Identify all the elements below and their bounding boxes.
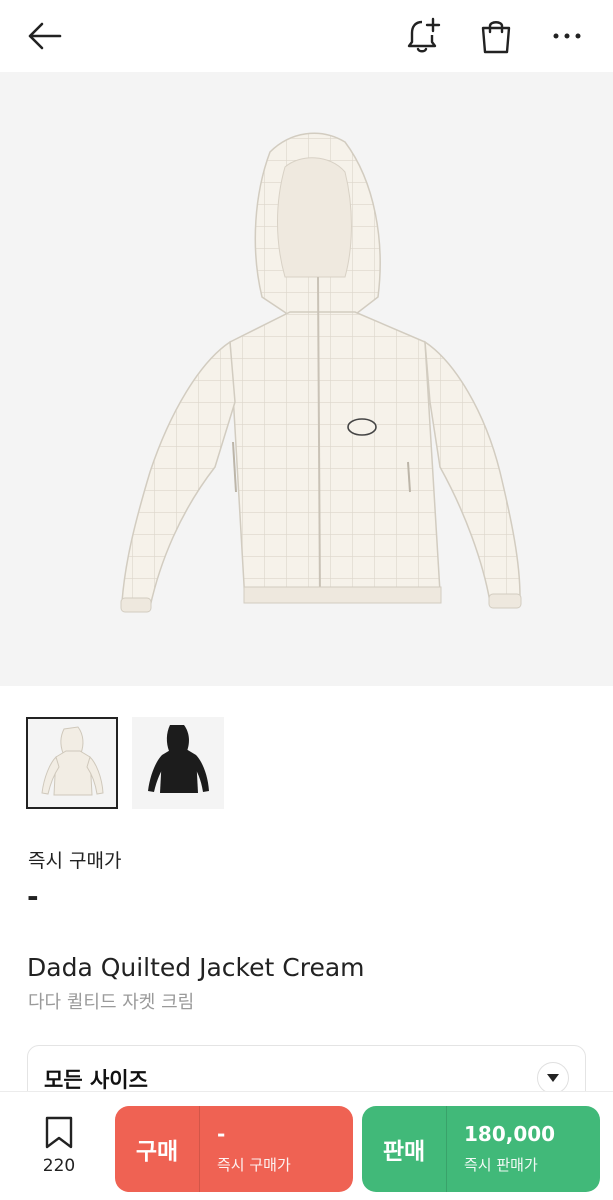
instant-buy-price-label: 즉시 구매가 — [28, 850, 122, 872]
more-button[interactable] — [545, 14, 589, 58]
instant-buy-price-value: - — [27, 880, 39, 913]
arrow-left-icon — [28, 22, 62, 50]
alert-button[interactable] — [402, 14, 446, 58]
shopping-bag-button[interactable] — [474, 14, 518, 58]
more-horizontal-icon — [553, 33, 581, 39]
bell-plus-icon — [407, 17, 441, 53]
sell-button[interactable]: 판매 180,000 즉시 판매가 — [362, 1106, 600, 1192]
buy-button-sub: 즉시 구매가 — [217, 1156, 291, 1174]
bookmark-icon — [45, 1116, 73, 1149]
jacket-thumbnail-cream — [41, 726, 104, 796]
product-image[interactable] — [0, 72, 613, 686]
sell-button-label: 판매 — [382, 1139, 426, 1165]
sell-button-divider — [446, 1106, 447, 1192]
product-name-en: Dada Quilted Jacket Cream — [27, 953, 365, 982]
back-button[interactable] — [22, 14, 66, 58]
product-name-ko: 다다 퀼티드 자켓 크림 — [28, 992, 195, 1013]
buy-button-divider — [199, 1106, 200, 1192]
buy-button-price: - — [217, 1122, 226, 1146]
jacket-thumbnail-black — [148, 725, 209, 793]
shopping-bag-icon — [481, 21, 511, 54]
wishlist-button[interactable]: 220 — [30, 1116, 88, 1180]
bottom-action-bar: 220 구매 - 즉시 구매가 판매 180,000 즉시 판매가 — [0, 1091, 613, 1200]
size-selector-label: 모든 사이즈 — [44, 1068, 148, 1092]
chevron-down-icon — [537, 1062, 569, 1094]
buy-button-label: 구매 — [135, 1139, 179, 1165]
top-bar — [0, 0, 613, 72]
thumbnail-black[interactable] — [132, 717, 224, 809]
sell-button-sub: 즉시 판매가 — [464, 1156, 538, 1174]
sell-button-price: 180,000 — [464, 1122, 556, 1146]
buy-button[interactable]: 구매 - 즉시 구매가 — [115, 1106, 353, 1192]
wishlist-count: 220 — [42, 1156, 76, 1176]
jacket-illustration — [120, 132, 522, 613]
thumbnail-list — [26, 717, 224, 809]
thumbnail-cream[interactable] — [26, 717, 118, 809]
